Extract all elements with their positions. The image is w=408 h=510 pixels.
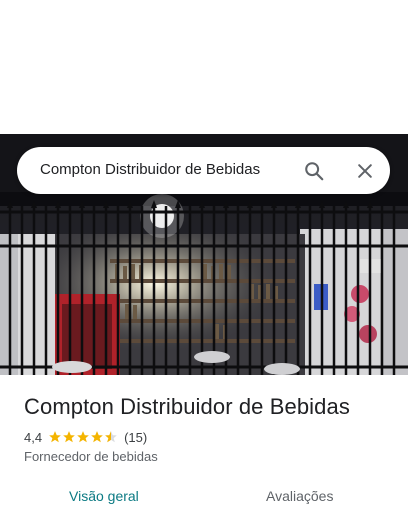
rating-value: 4,4 bbox=[24, 429, 43, 445]
star-icon bbox=[77, 431, 89, 443]
place-name: Compton Distribuidor de Bebidas bbox=[24, 394, 350, 419]
star-rating bbox=[48, 430, 118, 444]
star-icon bbox=[49, 431, 61, 443]
search-input[interactable]: Compton Distribuidor de Bebidas bbox=[40, 161, 260, 178]
place-category: Fornecedor de bebidas bbox=[24, 449, 158, 464]
close-icon[interactable] bbox=[351, 157, 379, 185]
rating-row[interactable]: 4,4 (15) bbox=[24, 428, 147, 446]
tab-overview[interactable]: Visão geral bbox=[69, 488, 139, 504]
star-half-icon bbox=[105, 431, 117, 443]
search-bar[interactable]: Compton Distribuidor de Bebidas bbox=[17, 147, 390, 194]
search-icon[interactable] bbox=[300, 157, 328, 185]
review-count[interactable]: (15) bbox=[124, 430, 147, 445]
star-icon bbox=[63, 431, 75, 443]
star-icon bbox=[91, 431, 103, 443]
tab-reviews[interactable]: Avaliações bbox=[266, 488, 333, 504]
